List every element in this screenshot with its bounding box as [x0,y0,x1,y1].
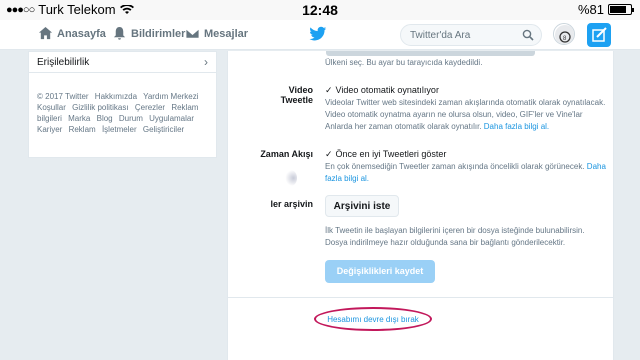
archive-desc-line2: Dosya indirilmeye hazır olduğunda sana b… [325,238,566,247]
archive-label: ler arşivin [270,199,313,209]
compose-icon [592,27,607,42]
search-icon[interactable] [522,29,534,41]
video-desc-line1: Videolar Twitter web sitesindeki zaman a… [325,98,606,107]
footer-link[interactable]: Koşullar [37,103,66,112]
home-icon [38,26,53,40]
video-autoplay-label: Video otomatik oynatılıyor [335,85,439,95]
footer-link[interactable]: Blog [97,114,113,123]
video-desc-line3: Anlarda her zaman otomatik olarak oynatı… [325,121,610,133]
best-tweets-label: Önce en iyi Tweetleri göster [335,149,447,159]
twitter-bird-icon[interactable] [309,26,327,42]
footer-link[interactable]: Hakkımızda [95,92,137,101]
footer-link[interactable]: İşletmeler [102,125,137,134]
footer-link[interactable]: Yardım Merkezi [143,92,198,101]
footer-link[interactable]: Çerezler [135,103,165,112]
battery-fill [610,6,627,13]
video-learn-more-link[interactable]: Daha fazla bilgi al. [484,122,549,131]
battery-info: %81 [577,2,634,17]
battery-percent: %81 [577,2,604,17]
battery-icon [608,4,634,15]
save-changes-button[interactable]: Değişiklikleri kaydet [325,260,435,283]
best-tweets-checkbox[interactable]: ✓ Önce en iyi Tweetleri göster [325,149,446,160]
deactivate-label: Hesabımı devre dışı bırak [327,315,419,324]
timeline-desc-line1: En çok önemsediğin Tweetler zaman akışın… [325,161,610,173]
chevron-right-icon: › [204,55,208,69]
timeline-desc-text: En çok önemsediğin Tweetler zaman akışın… [325,162,585,171]
divider [228,297,613,298]
avatar-image: 8 [555,25,574,44]
timeline-learn-more-link[interactable]: Daha [587,162,606,171]
nav-messages-label: Mesajlar [204,27,249,40]
country-note: Ülkeni seç. Bu ayar bu tarayıcıda kayded… [325,58,483,67]
footer-link[interactable]: Gizlilik politikası [72,103,128,112]
deactivate-account-link[interactable]: Hesabımı devre dışı bırak [314,307,432,331]
settings-panel: Ülkeni seç. Bu ayar bu tarayıcıda kayded… [227,51,614,360]
nav-home[interactable]: Anasayfa [38,26,106,41]
video-autoplay-checkbox[interactable]: ✓ Video otomatik oynatılıyor [325,85,439,96]
country-select-edge[interactable] [326,51,535,56]
avatar[interactable]: 8 [553,23,575,45]
nav-notifications[interactable]: Bildirimler [112,26,185,41]
footer-link[interactable]: Kariyer [37,125,62,134]
nav-messages[interactable]: Mesajlar [185,26,248,41]
nav-home-label: Anasayfa [57,27,106,40]
footer-link[interactable]: Marka [68,114,90,123]
video-label: Video Tweetle [280,85,313,105]
clock: 12:48 [302,2,338,18]
blurred-overlay [285,170,297,186]
ios-status-bar: ●●●○○ Turk Telekom 12:48 %81 [0,0,640,20]
bell-icon [113,26,126,40]
footer-link: © 2017 Twitter [37,92,89,101]
footer-link[interactable]: Uygulamalar [149,114,194,123]
sidebar-item-accessibility[interactable]: Erişilebilirlik › [29,52,216,73]
search-input[interactable]: Twitter'da Ara [400,24,542,46]
checkmark-icon: ✓ [325,85,333,95]
timeline-description: En çok önemsediğin Tweetler zaman akışın… [325,161,610,185]
video-description: Videolar Twitter web sitesindeki zaman a… [325,97,610,133]
accessibility-label: Erişilebilirlik [37,57,90,68]
footer-link[interactable]: Reklam [69,125,96,134]
envelope-icon [185,28,200,39]
sidebar-card: Erişilebilirlik › © 2017 Twitter Hakkımı… [28,51,217,158]
video-desc-text3: Anlarda her zaman otomatik olarak oynatı… [325,122,482,131]
footer-links: © 2017 Twitter Hakkımızda Yardım Merkezi… [37,91,213,135]
checkmark-icon: ✓ [325,149,333,159]
search-placeholder: Twitter'da Ara [410,30,471,41]
archive-desc-line1: İlk Tweetin ile başlayan bilgilerini içe… [325,226,585,235]
top-navigation: Anasayfa Bildirimler Mesajlar Twitter'da… [0,20,640,50]
timeline-learn-more-link-2[interactable]: fazla bilgi al. [325,174,369,183]
timeline-label: Zaman Akışı [260,149,313,159]
timeline-desc-line2: fazla bilgi al. [325,173,610,185]
video-desc-line2: Video otomatik oynatma ayarın ne olursa … [325,110,583,119]
footer-link[interactable]: Geliştiriciler [143,125,184,134]
compose-tweet-button[interactable] [587,23,611,47]
nav-notifications-label: Bildirimler [131,27,186,40]
request-archive-button[interactable]: Arşivini iste [325,195,399,217]
archive-description: İlk Tweetin ile başlayan bilgilerini içe… [325,225,610,249]
footer-link[interactable]: Durum [119,114,143,123]
